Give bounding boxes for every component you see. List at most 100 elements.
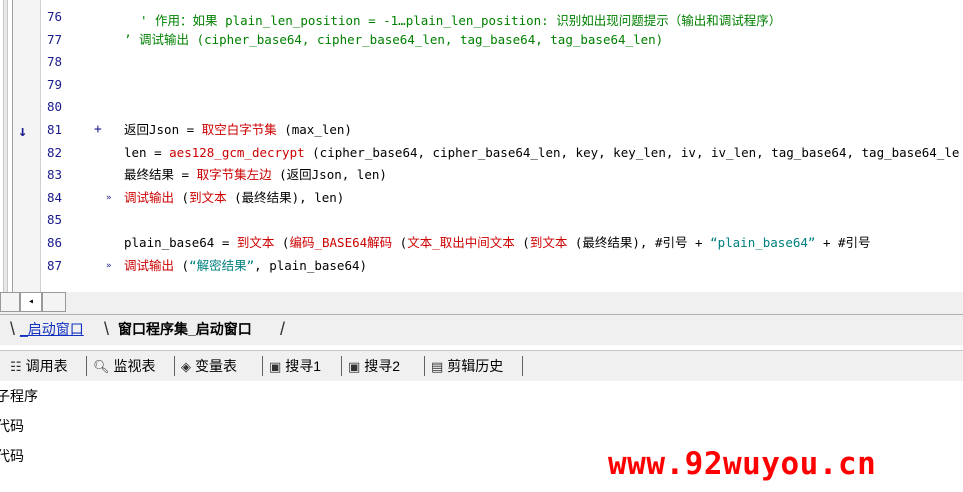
code-token: plain_base64 = (124, 235, 237, 250)
list-item[interactable]: 代码 (0, 415, 24, 437)
code-token: len = (124, 144, 170, 160)
code-token: 到文本 (236, 235, 275, 250)
bottom-toolbar: ☷ 调用表 🔍︎ 监视表 ◈ 变量表 ▣ 搜寻1 ▣ 搜寻2 ▤ 剪辑历史 (0, 350, 963, 382)
document-tab-strip: \ _启动窗口 \ 窗口程序集_启动窗口 / (0, 314, 963, 345)
code-token: 最终结果 = (124, 167, 197, 183)
code-token: (返回Json, len) (271, 167, 387, 183)
variables-icon: ◈ (181, 360, 191, 375)
site-watermark: www.92wuyou.cn (608, 446, 877, 482)
code-line[interactable]: 79 (0, 74, 923, 96)
code-token: + #引号 (815, 235, 871, 250)
toolbar-separator (86, 356, 87, 376)
toolbar-separator (424, 356, 425, 376)
list-icon: ☷ (10, 360, 22, 375)
scrollbar-track-left (0, 292, 20, 312)
search1-label: 搜寻1 (285, 358, 322, 374)
expand-icon[interactable]: + (94, 119, 110, 141)
code-token: (最终结果), #引号 + (567, 235, 711, 250)
code-token: (max_len) (276, 122, 352, 137)
code-token: 取字节集左边 (196, 167, 272, 183)
code-line[interactable]: 81 + 返回Json = 取空白字节集 (max_len) (0, 119, 923, 141)
toolbar-separator (174, 356, 175, 376)
code-text: 调试输出 (到文本 (最终结果), len) (124, 187, 344, 209)
code-token: 调试输出 (124, 257, 175, 273)
clipboard-icon: ▤ (431, 360, 444, 375)
code-token: ( (514, 235, 530, 250)
code-token: ( (174, 257, 190, 273)
variable-table-button[interactable]: ◈ 变量表 (181, 355, 237, 377)
code-token: , plain_base64) (254, 257, 368, 273)
code-token: “解密结果” (189, 257, 255, 273)
code-line[interactable]: 78 (0, 51, 923, 73)
code-line[interactable]: 84 » 调试输出 (到文本 (最终结果), len) (0, 187, 923, 209)
code-line[interactable]: 80 (0, 96, 923, 118)
code-line[interactable]: 77 ’ 调试输出 (cipher_base64, cipher_base64_l… (0, 29, 923, 51)
line-number: 85 (46, 212, 62, 228)
line-number: 82 (46, 144, 62, 160)
find-icon: ▣ (269, 360, 282, 375)
code-text: plain_base64 = 到文本 (编码_BASE64解码 (文本_取出中间… (124, 232, 871, 254)
code-token: aes128_gcm_decrypt (169, 144, 305, 160)
code-token: 到文本 (189, 189, 227, 205)
watch-table-button[interactable]: 🔍︎ 监视表 (93, 355, 156, 377)
search2-button[interactable]: ▣ 搜寻2 (348, 355, 400, 377)
code-token: 取空白字节集 (201, 122, 277, 137)
code-text: len = aes128_gcm_decrypt (cipher_base64,… (124, 142, 959, 164)
code-token: ( (174, 189, 190, 205)
list-item[interactable]: 子程序 (0, 385, 38, 407)
clip-history-button[interactable]: ▤ 剪辑历史 (431, 355, 503, 377)
find-icon: ▣ (348, 360, 361, 375)
code-token: 文本_取出中间文本 (407, 235, 515, 250)
code-token: (cipher_base64, cipher_base64_len, key, … (304, 144, 960, 160)
tab-divider: \ (10, 319, 16, 339)
code-text: 调试输出 (“解密结果”, plain_base64) (124, 255, 367, 277)
search1-button[interactable]: ▣ 搜寻1 (269, 355, 321, 377)
code-token: 到文本 (529, 235, 568, 250)
code-token: ’ 调试输出 (cipher_base64, cipher_base64_len… (124, 31, 664, 47)
line-number: 77 (46, 31, 62, 47)
toolbar-separator (262, 356, 263, 376)
search2-label: 搜寻2 (364, 358, 401, 374)
clip-history-label: 剪辑历史 (447, 358, 504, 374)
toolbar-separator (522, 356, 523, 376)
code-token: ( (392, 235, 408, 250)
call-table-button[interactable]: ☷ 调用表 (10, 355, 68, 377)
tab-window-program-set[interactable]: 窗口程序集_启动窗口 (118, 317, 252, 341)
tab-divider: / (280, 319, 286, 339)
scroll-left-button[interactable]: ◂ (20, 292, 42, 312)
code-text: 最终结果 = 取字节集左边 (返回Json, len) (124, 164, 387, 186)
code-line[interactable]: 86 plain_base64 = 到文本 (编码_BASE64解码 (文本_取出… (0, 232, 923, 254)
toolbar-separator (341, 356, 342, 376)
horizontal-scrollbar[interactable]: ◂ (0, 292, 963, 314)
code-token: 返回Json = (124, 122, 202, 137)
code-token: 调试输出 (124, 189, 175, 205)
list-item[interactable]: 代码 (0, 445, 24, 467)
line-number: 86 (46, 235, 62, 250)
code-line[interactable]: 82 len = aes128_gcm_decrypt (cipher_base6… (0, 142, 959, 164)
tab-startup-window[interactable]: _启动窗口 (20, 317, 84, 341)
call-table-label: 调用表 (25, 358, 68, 374)
code-text: 返回Json = 取空白字节集 (max_len) (124, 119, 352, 141)
line-number: 76 (46, 9, 62, 24)
watch-table-label: 监视表 (113, 358, 156, 374)
line-number: 80 (46, 99, 62, 115)
scrollbar-thumb[interactable] (42, 292, 66, 312)
code-line[interactable]: 85 (0, 209, 923, 231)
line-number: 87 (46, 257, 62, 273)
down-arrow-icon: ↓ (18, 122, 28, 140)
line-number: 78 (46, 54, 62, 70)
code-token: “plain_base64” (710, 235, 816, 250)
code-token: ( (274, 235, 290, 250)
code-line[interactable]: 83 最终结果 = 取字节集左边 (返回Json, len) (0, 164, 923, 186)
code-editor[interactable]: ' 作用：如果 plain_len_position = -1…plain_le… (0, 0, 963, 292)
code-line[interactable]: 87 » 调试输出 (“解密结果”, plain_base64) (0, 255, 923, 277)
code-text: ’ 调试输出 (cipher_base64, cipher_base64_len… (124, 29, 663, 51)
code-token: 编码_BASE64解码 (289, 235, 393, 250)
code-line[interactable]: 76 (0, 6, 923, 28)
line-number: 79 (46, 76, 62, 92)
fold-marker-icon[interactable]: » (106, 187, 122, 209)
fold-marker-icon[interactable]: » (106, 255, 122, 277)
tab-divider: \ (104, 319, 110, 339)
search-icon: 🔍︎ (93, 360, 110, 375)
line-number: 83 (46, 167, 62, 183)
